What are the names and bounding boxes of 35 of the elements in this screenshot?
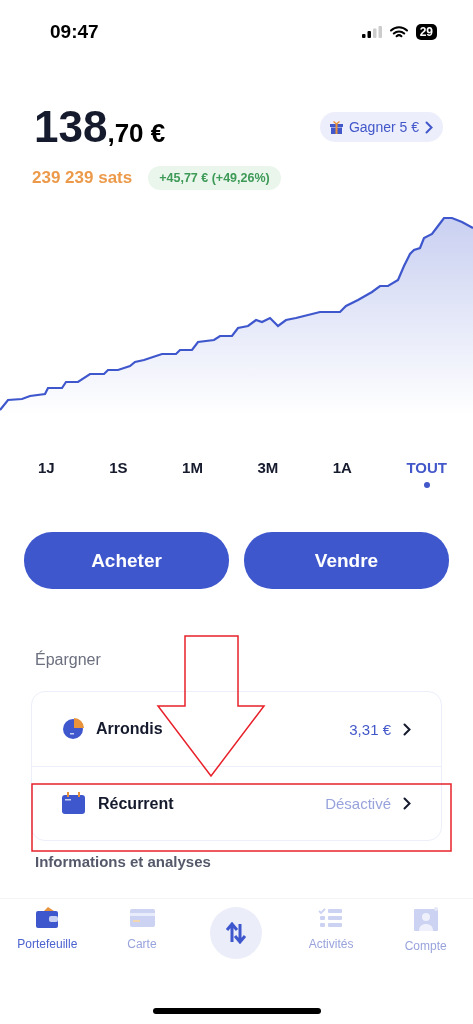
balance-amount: 138,70 € xyxy=(34,102,166,152)
period-tab[interactable]: 1A xyxy=(332,459,352,488)
card-icon xyxy=(128,907,155,929)
period-tab[interactable]: 1S xyxy=(109,459,128,488)
battery-level: 29 xyxy=(415,24,437,40)
profile-icon xyxy=(412,907,439,931)
swap-arrows-icon xyxy=(225,922,248,944)
signal-icon xyxy=(361,26,382,38)
selected-dot xyxy=(423,482,430,488)
period-tab[interactable]: 1J xyxy=(38,459,55,488)
nav-tab[interactable]: Portefeuille xyxy=(0,907,95,951)
chevron-icon xyxy=(425,120,433,134)
savings-value: Désactivé xyxy=(325,795,391,812)
action-button[interactable]: Vendre xyxy=(244,532,449,589)
wifi-icon xyxy=(389,25,408,39)
action-button[interactable]: Acheter xyxy=(24,532,229,589)
change-badge: +45,77 € (+49,26%) xyxy=(148,166,281,190)
pie-icon xyxy=(62,718,84,740)
savings-label: Arrondis xyxy=(96,720,164,738)
period-tab[interactable]: 3M xyxy=(257,459,279,488)
gift-icon xyxy=(329,120,343,134)
sats-amount: 239 239 sats xyxy=(32,168,133,188)
period-tab[interactable]: TOUT xyxy=(406,459,447,488)
chevron-icon xyxy=(403,797,411,810)
savings-label: Récurrent xyxy=(98,794,175,813)
section-title: Informations et analyses xyxy=(35,853,211,870)
section-title: Épargner xyxy=(34,649,101,669)
wallet-icon xyxy=(34,907,61,929)
checklist-icon xyxy=(318,907,345,929)
savings-value: 3,31 € xyxy=(349,720,391,738)
calendar-icon xyxy=(62,792,86,815)
period-tab[interactable]: 1M xyxy=(182,459,203,488)
status-time: 09:47 xyxy=(50,21,99,43)
chevron-icon xyxy=(403,722,411,736)
promo-button[interactable]: Gagner 5 € xyxy=(319,112,443,142)
